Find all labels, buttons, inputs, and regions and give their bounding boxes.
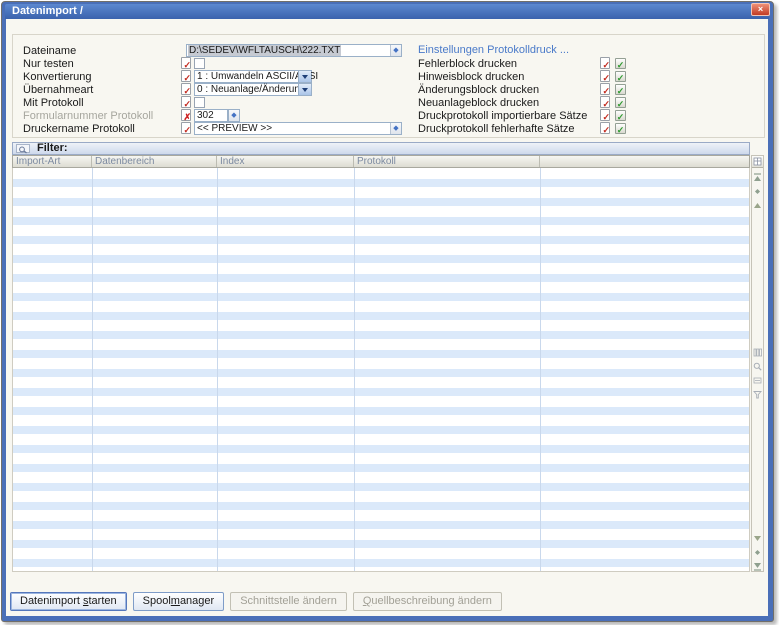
column-header-protokoll[interactable]: Protokoll [354,156,540,167]
aenderungsblock-label: Änderungsblock drucken [418,84,539,96]
scroll-to-top-icon[interactable] [753,173,762,182]
fehlerhafte-saetze-checkbox-checked[interactable]: ✓ [615,123,626,134]
protokolldruck-heading-row: Einstellungen Protokolldruck ... [23,43,756,56]
scroll-marker-icon[interactable] [753,187,762,196]
schnittstelle-aendern-button: Schnittstelle ändern [230,592,347,611]
table-options-button[interactable] [752,156,763,168]
import-results-table[interactable] [12,168,750,572]
scroll-marker-icon[interactable] [753,548,762,557]
protokolldruck-settings-link[interactable]: Einstellungen Protokolldruck ... [418,44,569,56]
import-settings-panel: Dateiname D:\SEDEV\WFLTAUSCH\222.TXT ◆ N… [12,34,765,138]
dialog-content: Dateiname D:\SEDEV\WFLTAUSCH\222.TXT ◆ N… [6,19,768,616]
action-button-row: Datenimport starten Spoolmanager Schnitt… [10,592,502,611]
table-side-rail [751,155,764,572]
window-title: Datenimport / [12,5,83,17]
close-icon: × [758,4,763,14]
column-header-datenbereich[interactable]: Datenbereich [92,156,217,167]
column-divider [540,168,541,571]
table-header: Import-Art Datenbereich Index Protokoll [12,155,750,168]
scroll-down-icon[interactable] [753,534,762,543]
fehlerblock-label: Fehlerblock drucken [418,58,517,70]
field-modified-icon[interactable]: ✓ [600,122,610,134]
fehlerblock-checkbox-checked[interactable]: ✓ [615,58,626,69]
column-divider [354,168,355,571]
columns-icon[interactable] [753,348,762,357]
neuanlageblock-checkbox-checked[interactable]: ✓ [615,97,626,108]
field-modified-icon[interactable]: ✓ [600,109,610,121]
scroll-to-bottom-icon[interactable] [753,562,762,571]
protokoll-row: Fehlerblock drucken ✓ ✓ [23,57,756,70]
column-divider [92,168,93,571]
fehlerhafte-saetze-label: Druckprotokoll fehlerhafte Sätze [418,123,575,135]
column-header-import-art[interactable]: Import-Art [13,156,92,167]
filter-bar[interactable]: Filter: [12,142,750,155]
protokoll-row: Druckprotokoll importierbare Sätze ✓ ✓ [23,109,756,122]
protokoll-row: Neuanlageblock drucken ✓ ✓ [23,96,756,109]
field-modified-icon[interactable]: ✓ [600,83,610,95]
protokoll-row: Änderungsblock drucken ✓ ✓ [23,83,756,96]
aenderungsblock-checkbox-checked[interactable]: ✓ [615,84,626,95]
scroll-up-icon[interactable] [753,201,762,210]
search-icon[interactable] [16,144,30,153]
hinweisblock-label: Hinweisblock drucken [418,71,524,83]
cell-edit-icon[interactable] [753,376,762,385]
field-modified-icon[interactable]: ✓ [600,70,610,82]
column-header-index[interactable]: Index [217,156,354,167]
filter-label: Filter: [37,142,68,154]
search-icon[interactable] [753,362,762,371]
hinweisblock-checkbox-checked[interactable]: ✓ [615,71,626,82]
importierbare-saetze-checkbox-checked[interactable]: ✓ [615,110,626,121]
filter-funnel-icon[interactable] [753,390,762,399]
spoolmanager-button[interactable]: Spoolmanager [133,592,225,611]
column-header-empty [540,156,749,167]
datenimport-starten-button[interactable]: Datenimport starten [10,592,127,611]
close-button[interactable]: × [751,3,770,16]
window-titlebar[interactable]: Datenimport / [5,4,769,19]
column-divider [217,168,218,571]
field-modified-icon[interactable]: ✓ [600,57,610,69]
datenimport-window: Datenimport / × Dateiname D:\SEDEV\WFLTA… [1,1,774,622]
neuanlageblock-label: Neuanlageblock drucken [418,97,539,109]
importierbare-saetze-label: Druckprotokoll importierbare Sätze [418,110,587,122]
quellbeschreibung-aendern-button: Quellbeschreibung ändern [353,592,502,611]
protokoll-row: Hinweisblock drucken ✓ ✓ [23,70,756,83]
field-modified-icon[interactable]: ✓ [600,96,610,108]
protokoll-row: Druckprotokoll fehlerhafte Sätze ✓ ✓ [23,122,756,135]
